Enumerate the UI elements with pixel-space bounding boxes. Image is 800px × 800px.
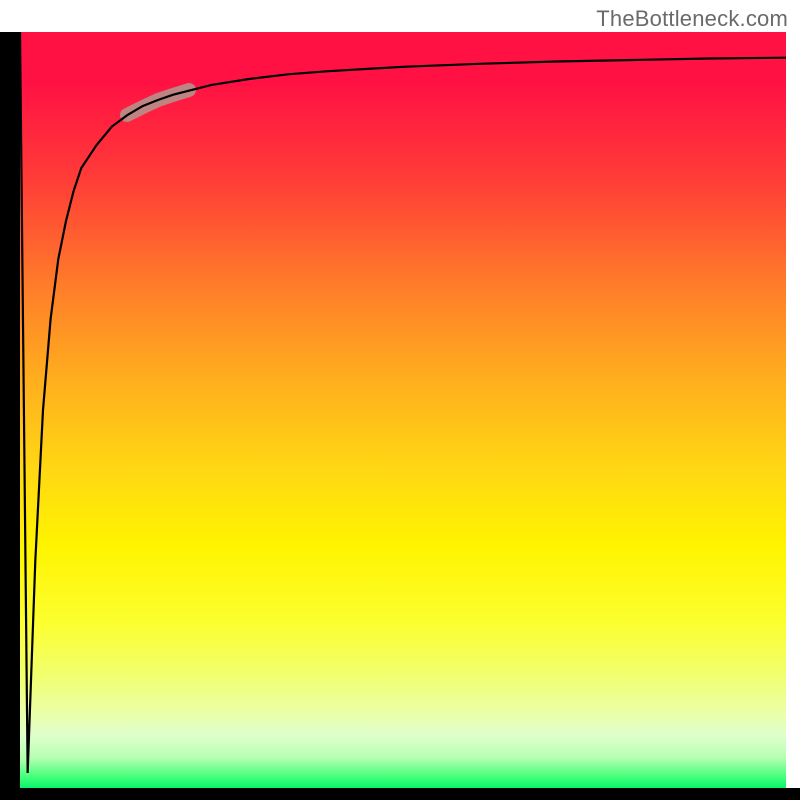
y-axis <box>0 32 20 788</box>
chart-stage: TheBottleneck.com <box>0 0 800 800</box>
x-axis <box>0 788 800 800</box>
bottleneck-curve <box>20 32 786 773</box>
curve-layer <box>20 32 786 788</box>
attribution-text: TheBottleneck.com <box>596 6 788 32</box>
